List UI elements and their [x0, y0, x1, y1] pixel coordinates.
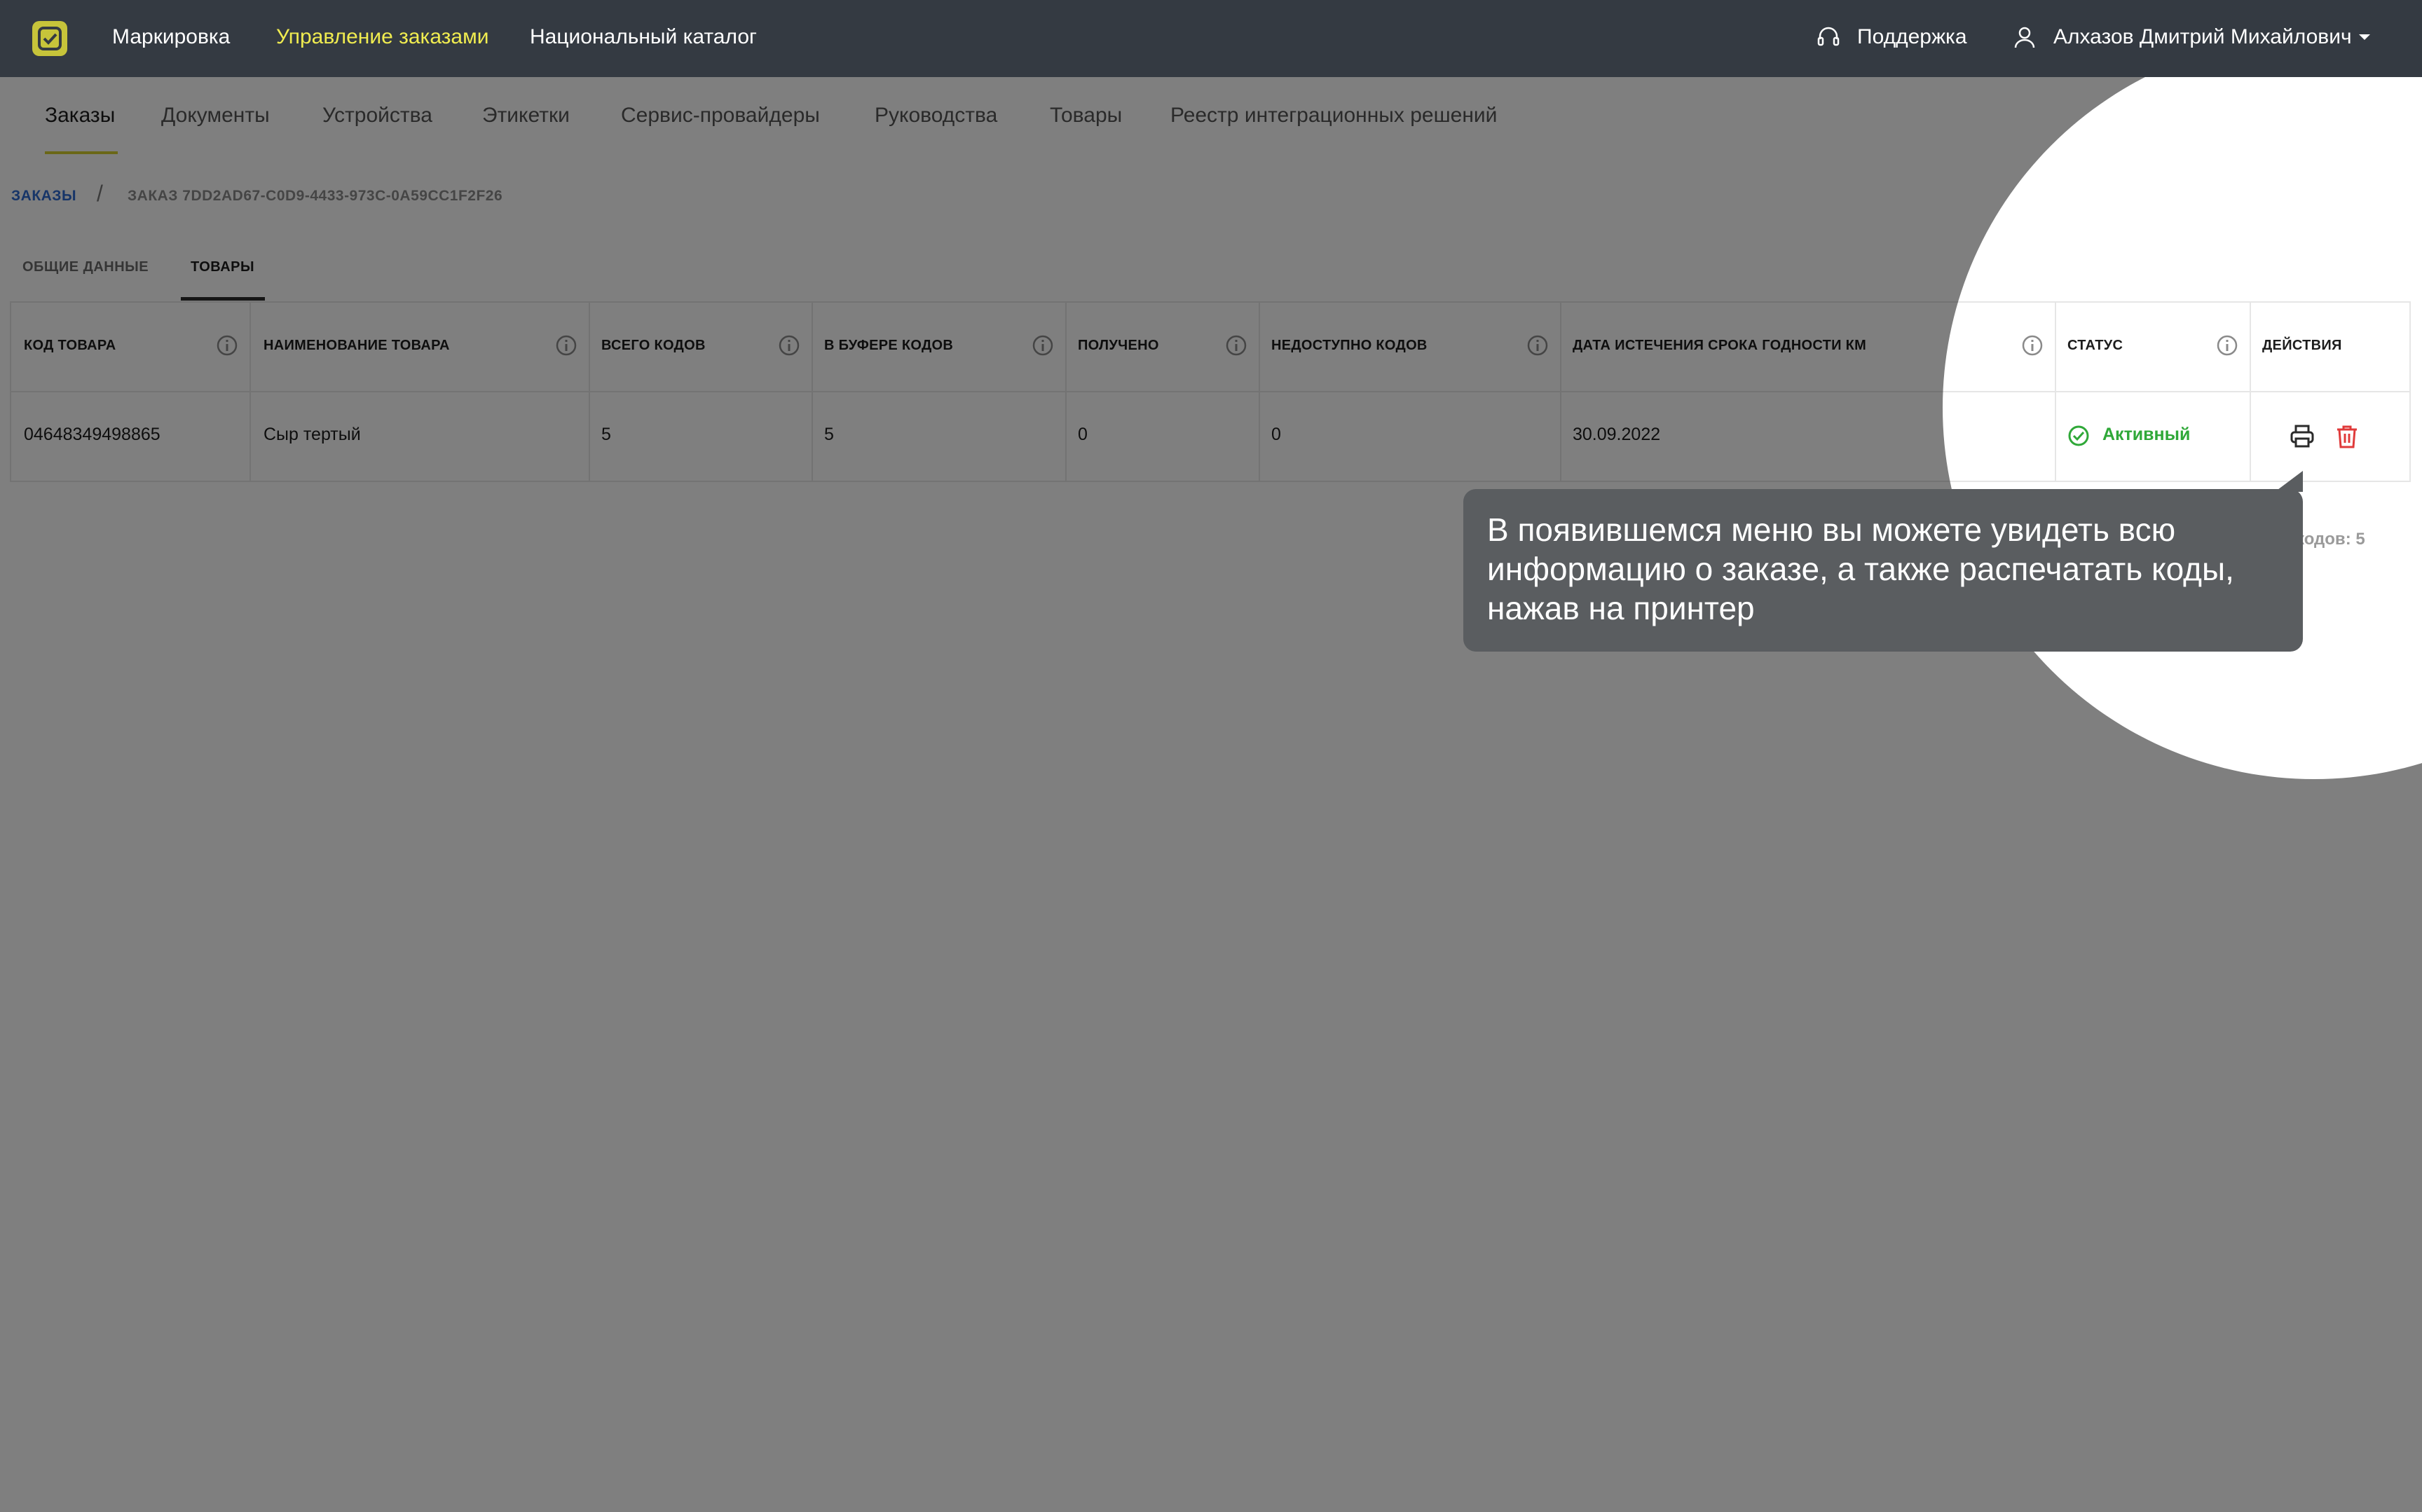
- column-header-total[interactable]: ВСЕГО КОДОВ: [601, 338, 706, 354]
- column-header-unavailable[interactable]: НЕДОСТУПНО КОДОВ: [1271, 338, 1428, 354]
- subnav-active-indicator: [45, 151, 118, 154]
- status-badge: Активный: [2102, 425, 2191, 444]
- chevron-down-icon[interactable]: [2358, 32, 2372, 42]
- top-bar: Маркировка Управление заказами Националь…: [0, 0, 2422, 77]
- printer-icon[interactable]: [2289, 423, 2315, 450]
- cell-received: 0: [1078, 425, 1088, 444]
- column-header-received[interactable]: ПОЛУЧЕНО: [1078, 338, 1159, 354]
- tab-general-data[interactable]: ОБЩИЕ ДАННЫЕ: [22, 259, 149, 275]
- column-divider: [2055, 301, 2056, 482]
- breadcrumb-current: ЗАКАЗ 7DD2AD67-C0D9-4433-973C-0A59CC1F2F…: [128, 188, 503, 204]
- cell-unavailable: 0: [1271, 425, 1281, 444]
- column-divider: [589, 301, 590, 482]
- subnav-devices[interactable]: Устройства: [322, 104, 432, 128]
- column-divider: [249, 301, 251, 482]
- topnav-order-management[interactable]: Управление заказами: [276, 25, 489, 49]
- support-link[interactable]: Поддержка: [1857, 25, 1967, 49]
- info-icon[interactable]: [1526, 334, 1549, 357]
- subnav-goods[interactable]: Товары: [1050, 104, 1122, 128]
- cell-buffer: 5: [824, 425, 834, 444]
- info-icon[interactable]: [555, 334, 577, 357]
- tooltip-line: информацию о заказе, а также распечатать…: [1487, 551, 2234, 587]
- topnav-marking[interactable]: Маркировка: [112, 25, 230, 49]
- subnav-integration-registry[interactable]: Реестр интеграционных решений: [1170, 104, 1497, 128]
- column-header-actions: ДЕЙСТВИЯ: [2262, 338, 2342, 353]
- info-icon[interactable]: [2216, 334, 2238, 357]
- onboarding-tooltip: В появившемся меню вы можете увидеть всю…: [1463, 489, 2303, 652]
- breadcrumb-orders-link[interactable]: ЗАКАЗЫ: [11, 188, 76, 205]
- column-header-name[interactable]: НАИМЕНОВАНИЕ ТОВАРА: [264, 338, 450, 354]
- headset-icon: [1817, 27, 1840, 46]
- codes-counter: кодов: 5: [2296, 530, 2365, 549]
- app-logo-icon[interactable]: [32, 21, 67, 56]
- subnav-orders[interactable]: Заказы: [45, 104, 115, 128]
- cell-name: Сыр тертый: [264, 425, 361, 444]
- column-divider: [2250, 301, 2251, 482]
- cell-code: 04648349498865: [24, 425, 160, 444]
- trash-icon[interactable]: [2334, 423, 2360, 450]
- subnav-labels[interactable]: Этикетки: [482, 104, 570, 128]
- tab-goods[interactable]: ТОВАРЫ: [191, 259, 254, 275]
- table-row-divider: [10, 481, 2411, 482]
- tooltip-line: В появившемся меню вы можете увидеть всю: [1487, 511, 2176, 548]
- column-header-expiry[interactable]: ДАТА ИСТЕЧЕНИЯ СРОКА ГОДНОСТИ КМ: [1573, 338, 1866, 354]
- cell-expiry: 30.09.2022: [1573, 425, 1661, 444]
- column-divider: [1259, 301, 1260, 482]
- check-circle-icon: [2068, 425, 2089, 446]
- subnav-guides[interactable]: Руководства: [875, 104, 997, 128]
- user-icon: [2014, 27, 2035, 48]
- table-header-divider: [10, 391, 2411, 392]
- onboarding-overlay: [0, 77, 2422, 1512]
- column-header-status[interactable]: СТАТУС: [2067, 338, 2123, 354]
- subnav-documents[interactable]: Документы: [161, 104, 270, 128]
- column-divider: [812, 301, 813, 482]
- column-divider: [1065, 301, 1067, 482]
- info-icon[interactable]: [1032, 334, 1054, 357]
- breadcrumb-separator: /: [97, 181, 104, 206]
- column-header-buffer[interactable]: В БУФЕРЕ КОДОВ: [824, 338, 953, 354]
- info-icon[interactable]: [2021, 334, 2044, 357]
- info-icon[interactable]: [1225, 334, 1247, 357]
- user-menu[interactable]: Алхазов Дмитрий Михайлович: [2053, 25, 2352, 49]
- column-divider: [1560, 301, 1561, 482]
- cell-total: 5: [601, 425, 611, 444]
- info-icon[interactable]: [216, 334, 238, 357]
- tooltip-line: нажав на принтер: [1487, 590, 1755, 626]
- info-icon[interactable]: [778, 334, 800, 357]
- topnav-national-catalog[interactable]: Национальный каталог: [530, 25, 757, 49]
- subnav-service-providers[interactable]: Сервис-провайдеры: [621, 104, 820, 128]
- column-header-code[interactable]: КОД ТОВАРА: [24, 338, 116, 354]
- tab-active-indicator: [181, 297, 265, 301]
